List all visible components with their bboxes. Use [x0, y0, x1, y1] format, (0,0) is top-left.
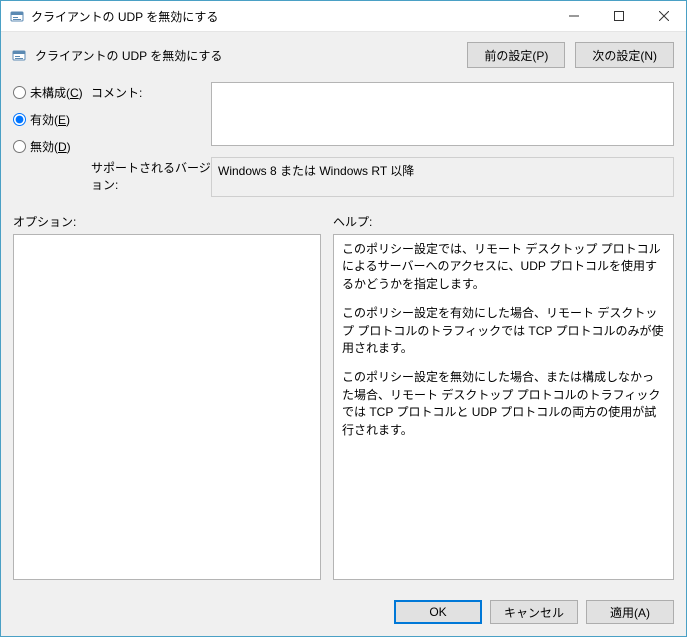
help-paragraph: このポリシー設定を無効にした場合、または構成しなかった場合、リモート デスクトッ… — [342, 369, 665, 439]
radio-disabled[interactable]: 無効(D) — [13, 138, 91, 155]
button-label: 前の設定(P) — [484, 49, 548, 63]
close-button[interactable] — [641, 1, 686, 31]
maximize-button[interactable] — [596, 1, 641, 31]
minimize-button[interactable] — [551, 1, 596, 31]
button-label: 次の設定(N) — [592, 49, 657, 63]
help-panel: このポリシー設定では、リモート デスクトップ プロトコルによるサーバーへのアクセ… — [333, 234, 674, 580]
client-area: クライアントの UDP を無効にする 前の設定(P) 次の設定(N) 未構成(C… — [1, 32, 686, 636]
previous-setting-button[interactable]: 前の設定(P) — [467, 42, 565, 68]
radio-enabled[interactable]: 有効(E) — [13, 111, 91, 128]
help-paragraph: このポリシー設定では、リモート デスクトップ プロトコルによるサーバーへのアクセ… — [342, 241, 665, 293]
app-icon — [9, 8, 25, 24]
policy-editor-window: クライアントの UDP を無効にする クライアントの UDP を無効にする 前の — [0, 0, 687, 637]
radio-enabled-input[interactable] — [13, 113, 26, 126]
radio-label: 無効(D) — [30, 138, 71, 155]
titlebar: クライアントの UDP を無効にする — [1, 1, 686, 32]
comment-row: コメント: — [91, 82, 674, 149]
help-paragraph: このポリシー設定を有効にした場合、リモート デスクトップ プロトコルのトラフィッ… — [342, 305, 665, 357]
ok-button[interactable]: OK — [394, 600, 482, 624]
supported-field: Windows 8 または Windows RT 以降 — [211, 157, 674, 197]
supported-label: サポートされるバージョン: — [91, 157, 211, 193]
policy-heading: クライアントの UDP を無効にする — [35, 47, 457, 64]
radio-not-configured-input[interactable] — [13, 86, 26, 99]
panels: このポリシー設定では、リモート デスクトップ プロトコルによるサーバーへのアクセ… — [1, 232, 686, 590]
next-setting-button[interactable]: 次の設定(N) — [575, 42, 674, 68]
window-title: クライアントの UDP を無効にする — [31, 8, 551, 25]
comment-textarea[interactable] — [211, 82, 674, 146]
footer-buttons: OK キャンセル 適用(A) — [1, 590, 686, 636]
comment-label: コメント: — [91, 82, 211, 101]
header-row: クライアントの UDP を無効にする 前の設定(P) 次の設定(N) — [1, 32, 686, 74]
state-radios: 未構成(C) 有効(E) 無効(D) — [13, 82, 91, 205]
supported-row: サポートされるバージョン: Windows 8 または Windows RT 以… — [91, 157, 674, 197]
cancel-button[interactable]: キャンセル — [490, 600, 578, 624]
config-row: 未構成(C) 有効(E) 無効(D) コメント: — [1, 74, 686, 209]
apply-button[interactable]: 適用(A) — [586, 600, 674, 624]
options-panel — [13, 234, 321, 580]
radio-label: 未構成(C) — [30, 84, 83, 101]
supported-value: Windows 8 または Windows RT 以降 — [218, 164, 414, 178]
policy-icon — [11, 47, 27, 63]
radio-disabled-input[interactable] — [13, 140, 26, 153]
radio-not-configured[interactable]: 未構成(C) — [13, 84, 91, 101]
comment-column: コメント: サポートされるバージョン: Windows 8 または Window… — [91, 82, 674, 205]
section-labels: オプション: ヘルプ: — [1, 209, 686, 232]
help-label: ヘルプ: — [333, 213, 674, 230]
radio-label: 有効(E) — [30, 111, 70, 128]
options-label: オプション: — [13, 213, 333, 230]
button-label: 適用(A) — [610, 606, 650, 620]
